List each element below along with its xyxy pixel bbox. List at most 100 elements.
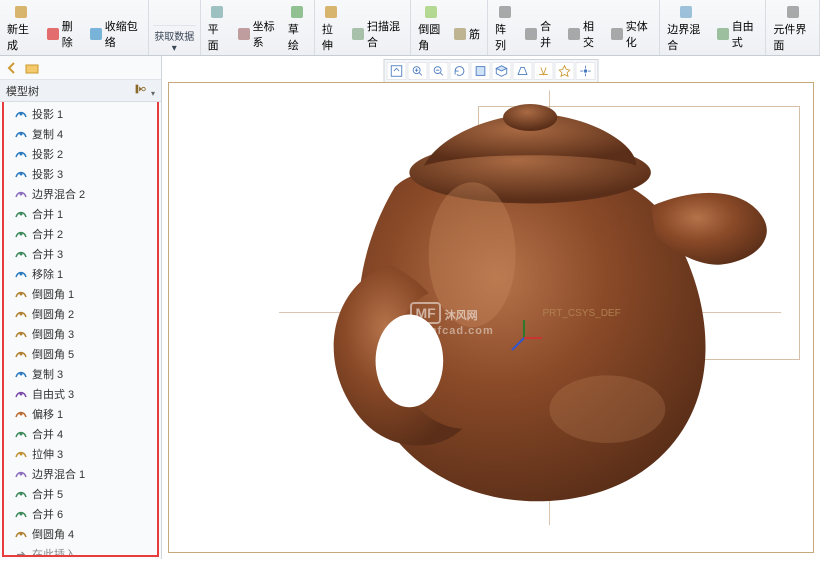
tree-item-label: 倒圆角 2 (32, 306, 74, 322)
merge-feature-icon (14, 427, 28, 441)
rib-button[interactable]: 筋 (449, 25, 483, 43)
tree-folder-icon[interactable] (24, 60, 40, 76)
delete-label: 删除 (62, 18, 79, 50)
round-feature-icon (14, 287, 28, 301)
shrinkwrap-label: 收缩包络 (105, 18, 141, 50)
tree-item-label: 倒圆角 1 (32, 286, 74, 302)
ribbon-group-label[interactable]: 获取数据 ▾ (153, 25, 196, 55)
tree-item-merge-6[interactable]: 合并 6 (4, 504, 157, 524)
pattern-icon (497, 4, 513, 20)
curve-feature-icon (14, 147, 28, 161)
tree-item-label: 偏移 1 (32, 406, 63, 422)
tree-insert-here[interactable]: ➔在此插入 (4, 544, 157, 557)
tree-header: 模型树 ▾ (0, 80, 161, 102)
tree-item-copy-4[interactable]: 复制 4 (4, 124, 157, 144)
tree-item-label: 复制 3 (32, 366, 63, 382)
free-feature-icon (14, 387, 28, 401)
tree-item-label: 投影 1 (32, 106, 63, 122)
tree-item-label: 边界混合 1 (32, 466, 85, 482)
tree-item-merge-2[interactable]: 合并 2 (4, 224, 157, 244)
tree-nav-back-icon[interactable] (4, 60, 20, 76)
tree-item-projection-1[interactable]: 投影 1 (4, 104, 157, 124)
tree-item-label: 合并 3 (32, 246, 63, 262)
extrude-icon (323, 4, 339, 20)
regenerate-icon (13, 4, 29, 20)
tree-item-label: 倒圆角 4 (32, 526, 74, 542)
tree-settings-icon[interactable]: ▾ (133, 82, 155, 99)
sweep-blend-icon (350, 26, 366, 42)
curve-feature-icon (14, 167, 28, 181)
round-feature-icon (14, 527, 28, 541)
tree-item-round-4[interactable]: 倒圆角 4 (4, 524, 157, 544)
tree-item-merge-3[interactable]: 合并 3 (4, 244, 157, 264)
tree-item-merge-4[interactable]: 合并 4 (4, 424, 157, 444)
extrude-feature-icon (14, 447, 28, 461)
model-bounding-frame: PRT_CSYS_DEF MF沐风网 www.mfcad.com (168, 82, 814, 553)
round-feature-icon (14, 307, 28, 321)
curve-feature-icon (14, 127, 28, 141)
tree-item-move-1[interactable]: 移除 1 (4, 264, 157, 284)
round-feature-icon (14, 347, 28, 361)
csys-label: PRT_CSYS_DEF (543, 308, 621, 319)
tree-item-freestyle-3[interactable]: 自由式 3 (4, 384, 157, 404)
rib-icon (452, 26, 468, 42)
tree-item-round-3[interactable]: 倒圆角 3 (4, 324, 157, 344)
tree-item-label: 投影 3 (32, 166, 63, 182)
tree-item-boundary-blend-2[interactable]: 边界混合 2 (4, 184, 157, 204)
round-feature-icon (14, 327, 28, 341)
shrinkwrap-button[interactable]: 收缩包络 (85, 17, 144, 51)
tree-item-label: 复制 4 (32, 126, 63, 142)
teapot-model[interactable] (221, 45, 801, 561)
csys-icon (236, 26, 252, 42)
sketch-icon (289, 4, 305, 20)
merge-feature-icon (14, 487, 28, 501)
viewport[interactable]: PRT_CSYS_DEF MF沐风网 www.mfcad.com (162, 56, 820, 559)
tree-title: 模型树 (6, 83, 39, 99)
merge-feature-icon (14, 227, 28, 241)
insert-arrow-icon: ➔ (14, 547, 28, 557)
plane-icon (209, 4, 225, 20)
model-tree-list[interactable]: 投影 1 复制 4 投影 2 投影 3 边界混合 2 合并 1 合并 2 合并 3 移除 1 倒圆… (2, 102, 159, 557)
model-tree-panel: 模型树 ▾ 投影 1 复制 4 投影 2 投影 3 边界混合 2 合并 1 合并 2 合并 3… (0, 56, 162, 559)
ribbon-group-获取数据: 获取数据 ▾ (149, 0, 201, 55)
tree-item-label: 边界混合 2 (32, 186, 85, 202)
tree-item-label: 合并 4 (32, 426, 63, 442)
tree-toolbar (0, 56, 161, 80)
ribbon-group-操作: 新生成▾删除收缩包络操作 ▾ (0, 0, 149, 55)
tree-item-label: 倒圆角 3 (32, 326, 74, 342)
tree-item-label: 合并 2 (32, 226, 63, 242)
tree-item-label: 移除 1 (32, 266, 63, 282)
rib-label: 筋 (469, 26, 480, 42)
merge-feature-icon (14, 507, 28, 521)
shrinkwrap-icon (88, 26, 104, 42)
solidify-icon (609, 26, 625, 42)
tree-item-extrude-3[interactable]: 拉伸 3 (4, 444, 157, 464)
surface-feature-icon (14, 467, 28, 481)
workspace: 模型树 ▾ 投影 1 复制 4 投影 2 投影 3 边界混合 2 合并 1 合并 2 合并 3… (0, 56, 820, 559)
tree-item-round-2[interactable]: 倒圆角 2 (4, 304, 157, 324)
curve-feature-icon (14, 107, 28, 121)
tree-item-projection-3[interactable]: 投影 3 (4, 164, 157, 184)
tree-item-round-5[interactable]: 倒圆角 5 (4, 344, 157, 364)
tree-item-label: 自由式 3 (32, 386, 74, 402)
tree-item-copy-3[interactable]: 复制 3 (4, 364, 157, 384)
freestyle-icon (715, 26, 731, 42)
delete-button[interactable]: 删除 (42, 17, 82, 51)
component-icon (785, 4, 801, 20)
tree-item-label: 倒圆角 5 (32, 346, 74, 362)
tree-item-offset-1[interactable]: 偏移 1 (4, 404, 157, 424)
tree-item-projection-2[interactable]: 投影 2 (4, 144, 157, 164)
tree-item-boundary-blend-1[interactable]: 边界混合 1 (4, 464, 157, 484)
tree-item-round-1[interactable]: 倒圆角 1 (4, 284, 157, 304)
intersect-icon (566, 26, 582, 42)
merge-icon (523, 26, 539, 42)
round-icon (423, 4, 439, 20)
merge-feature-icon (14, 247, 28, 261)
tree-item-label: 合并 6 (32, 506, 63, 522)
delete-icon (45, 26, 61, 42)
tree-item-label: 拉伸 3 (32, 446, 63, 462)
tree-item-merge-1[interactable]: 合并 1 (4, 204, 157, 224)
surface-feature-icon (14, 187, 28, 201)
tree-item-merge-5[interactable]: 合并 5 (4, 484, 157, 504)
tree-item-label: 合并 1 (32, 206, 63, 222)
